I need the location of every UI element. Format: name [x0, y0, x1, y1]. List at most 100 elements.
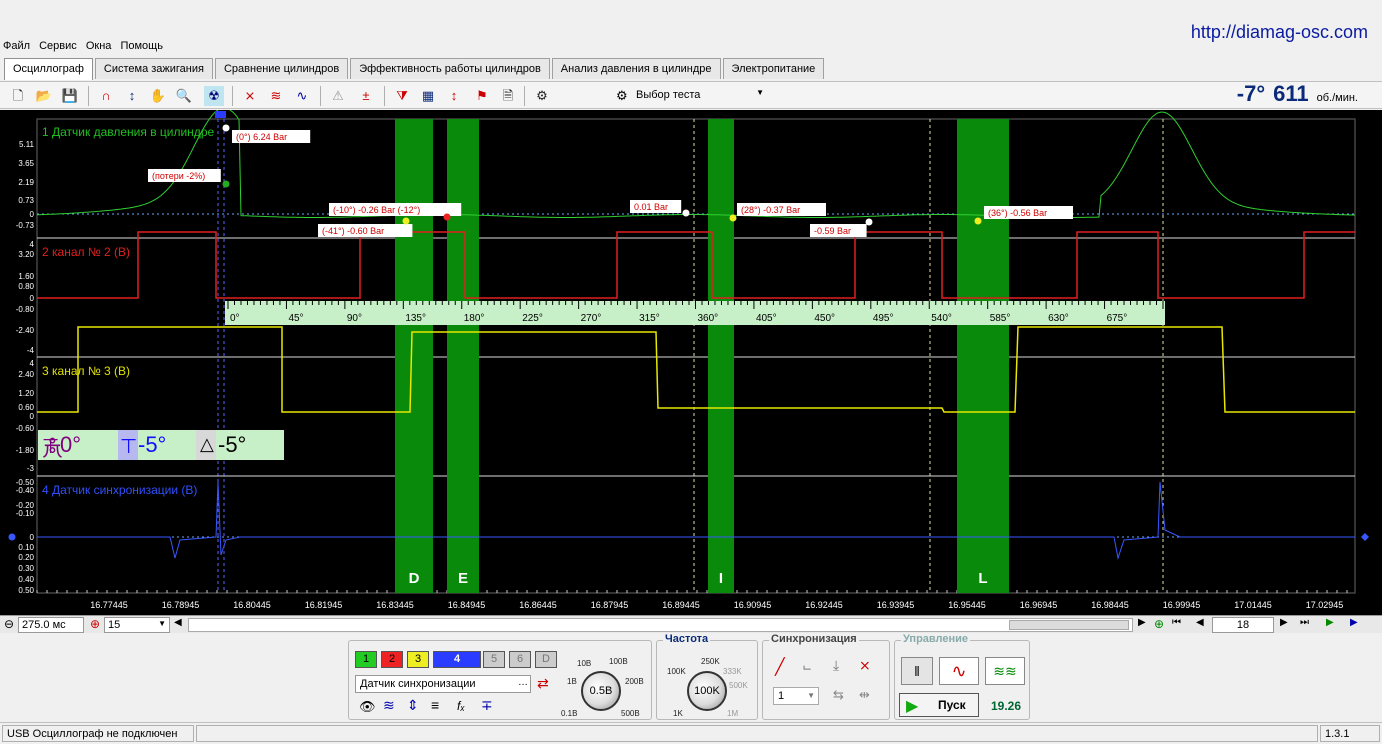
wave-cross-icon[interactable]: ⨯	[240, 86, 260, 106]
ch4-offset-handle[interactable]	[8, 533, 16, 541]
auto-detect-icon[interactable]: ⚙	[532, 86, 552, 106]
cursor1-value: 0°	[60, 432, 82, 457]
tab-oscilloscope[interactable]: Осциллограф	[4, 58, 93, 80]
waveform-canvas[interactable]: 5.113.652.190.730-0.7343.201.600.800-0.8…	[0, 110, 1382, 615]
play-loop-icon[interactable]: ▶	[1350, 617, 1358, 628]
eye-icon[interactable]: 👁	[359, 699, 376, 715]
menu-windows[interactable]: Окна	[83, 38, 115, 54]
zoom-fit-icon[interactable]: ∩	[96, 86, 116, 106]
y-tick-label: 0	[30, 210, 35, 219]
menu-service[interactable]: Сервис	[36, 38, 80, 54]
oscilloscope-display[interactable]: 5.11 3.65 2.19 0.73 0 -0.73 4 3.20 1.60 0.80 0 -0.8…	[0, 110, 1382, 615]
filter-icon[interactable]: ⧩	[392, 86, 412, 106]
time-scrollbar[interactable]	[188, 618, 1133, 632]
channel-3-button[interactable]: 3	[407, 651, 429, 668]
scroll-left-icon[interactable]: ◀	[174, 617, 182, 628]
tab-power[interactable]: Электропитание	[722, 58, 825, 79]
channel-4-button[interactable]: 4	[433, 651, 481, 668]
marker-dot[interactable]	[402, 217, 410, 225]
marker-zero-icon[interactable]: ±	[356, 86, 376, 106]
marker-dot[interactable]	[222, 124, 230, 132]
tab-cylinder-compare[interactable]: Сравнение цилиндров	[214, 58, 349, 79]
first-frame-icon[interactable]: ⏮	[1172, 617, 1181, 628]
play-icon[interactable]: ▶	[1326, 617, 1334, 628]
marker-dot[interactable]	[443, 213, 451, 221]
channel-2-button[interactable]: 2	[381, 651, 403, 668]
scroll-right-icon[interactable]: ▶	[1138, 617, 1146, 628]
single-wave-button[interactable]: ∿	[939, 657, 979, 685]
y-tick-label: 4	[30, 240, 35, 249]
test-select[interactable]: ⚙ Выбор теста ▼	[612, 86, 770, 106]
next-frame-icon[interactable]: ▶	[1280, 617, 1288, 628]
annotation-text: (0°) 6.24 Bar	[236, 132, 287, 142]
ch4-right-handle[interactable]	[1361, 533, 1369, 541]
sync-left-icon[interactable]: ⇆	[833, 687, 844, 703]
prev-frame-icon[interactable]: ◀	[1196, 617, 1204, 628]
cursor-icon[interactable]: ↕	[122, 86, 142, 106]
function-icon[interactable]: fₓ	[457, 699, 465, 713]
channel-1-button[interactable]: 1	[355, 651, 377, 668]
notes-icon[interactable]: 🗎	[498, 86, 518, 106]
page-field[interactable]: 18	[1212, 617, 1274, 633]
menu-help[interactable]: Помощь	[117, 38, 166, 54]
sync-right-icon[interactable]: ⇹	[859, 687, 870, 703]
cursor-readout-box: 🝻 ⊤ 0° ⊤ -5° △ -5°	[38, 430, 284, 461]
plus-icon[interactable]: ⊕	[90, 617, 100, 631]
rpm-unit: об./мин.	[1316, 92, 1358, 104]
last-frame-icon[interactable]: ⏭	[1300, 617, 1309, 628]
tab-cylinder-efficiency[interactable]: Эффективность работы цилиндров	[350, 58, 550, 79]
timebase-field[interactable]: 275.0 мс	[18, 617, 84, 633]
tab-ignition[interactable]: Система зажигания	[94, 58, 213, 79]
menu-file[interactable]: Файл	[0, 38, 33, 54]
freq-label-333k: 333K	[723, 667, 742, 676]
wave-compare-icon[interactable]: ∿	[292, 86, 312, 106]
rising-edge-icon[interactable]: ╱	[775, 657, 785, 677]
zoom-icon[interactable]: 🔍	[174, 86, 194, 106]
scale-icon[interactable]: ⇕	[407, 697, 419, 714]
marker-dot[interactable]	[222, 180, 230, 188]
math-icon[interactable]: ∓	[481, 697, 493, 714]
sensor-select[interactable]: Датчик синхронизации …	[355, 675, 531, 693]
scroll-thumb[interactable]	[1009, 620, 1129, 630]
hand-icon[interactable]: ✋	[148, 86, 168, 106]
pause-button[interactable]: ‖	[901, 657, 933, 685]
add-frame-icon[interactable]: ⊕	[1154, 617, 1164, 631]
marker-dot[interactable]	[865, 218, 873, 226]
sensor-swap-icon[interactable]: ⇄	[537, 675, 549, 692]
auto-icon[interactable]: ⚠	[328, 86, 348, 106]
pressure-sensor-icon[interactable]: ☢	[204, 86, 224, 106]
continuous-wave-button[interactable]: ≋≋	[985, 657, 1025, 685]
frequency-knob[interactable]: 100K	[687, 671, 727, 711]
split-icon[interactable]: ↕	[444, 86, 464, 106]
flag-icon[interactable]: ⚑	[472, 86, 492, 106]
level-icon[interactable]: ⤓	[833, 657, 839, 674]
y-tick-label: 0.40	[18, 575, 34, 584]
frames-select[interactable]: 15 ▼	[104, 617, 170, 633]
sync-channel-select[interactable]: 1 ▼	[773, 687, 819, 705]
channel-label[interactable]: 1 Датчик давления в цилиндре	[42, 125, 214, 139]
channel-d-button[interactable]: D	[535, 651, 557, 668]
channel-6-button[interactable]: 6	[509, 651, 531, 668]
table-icon[interactable]: ▦	[418, 86, 438, 106]
voltage-knob[interactable]: 0.5В	[581, 671, 621, 711]
start-button[interactable]: ▶ Пуск	[899, 693, 979, 717]
channel-label[interactable]: 4 Датчик синхронизации (В)	[42, 483, 197, 497]
wave-multi-icon[interactable]: ≋	[266, 86, 286, 106]
new-file-icon[interactable]: 🗋	[8, 86, 28, 106]
marker-dot[interactable]	[682, 209, 690, 217]
cursor-handle[interactable]	[215, 111, 226, 118]
wave-icon[interactable]: ≋	[383, 697, 395, 714]
tab-pressure-analysis[interactable]: Анализ давления в цилиндре	[551, 58, 721, 79]
open-folder-icon[interactable]: 📂	[34, 86, 54, 106]
falling-edge-icon[interactable]: ⨽	[803, 657, 811, 674]
minus-icon[interactable]: ⊖	[4, 617, 14, 631]
save-icon[interactable]: 💾	[60, 86, 80, 106]
channel-label[interactable]: 3 канал № 3 (В)	[42, 364, 130, 378]
more-icon: …	[518, 677, 528, 688]
marker-dot[interactable]	[729, 214, 737, 222]
channel-5-button[interactable]: 5	[483, 651, 505, 668]
channel-label[interactable]: 2 канал № 2 (В)	[42, 245, 130, 259]
auto-sync-icon[interactable]: ⨯	[859, 657, 871, 674]
lines-icon[interactable]: ≡	[431, 697, 439, 713]
marker-dot[interactable]	[974, 217, 982, 225]
